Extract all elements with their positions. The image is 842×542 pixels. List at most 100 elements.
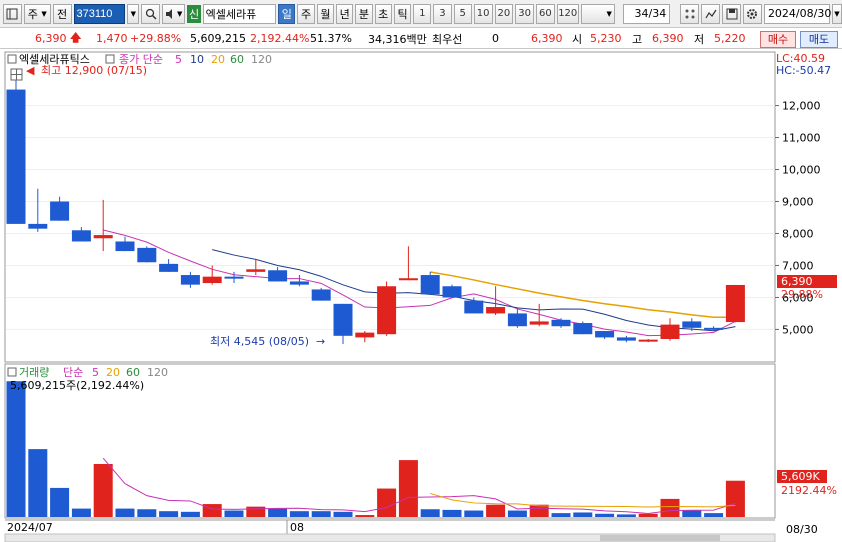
stock-code-input[interactable]: 373110 — [73, 3, 126, 24]
tab-period-week[interactable]: 주 — [297, 3, 315, 24]
volume-title: 거래량 — [19, 366, 49, 379]
candle-body — [464, 300, 484, 314]
volume-bar — [616, 514, 636, 517]
volume-bar — [28, 449, 48, 517]
best-price-value: 6,390 — [531, 32, 563, 45]
volume-bar — [486, 504, 506, 517]
candle-body — [180, 275, 200, 285]
candle-body — [115, 241, 135, 252]
interval-30[interactable]: 30 — [515, 3, 534, 24]
interval-1[interactable]: 1 — [413, 3, 432, 24]
candle-body — [420, 275, 440, 295]
interval-120[interactable]: 120 — [556, 3, 579, 24]
stock-name-field[interactable]: 엑셀세라퓨 — [202, 3, 277, 24]
tab-period-year[interactable]: 년 — [336, 3, 354, 24]
amount-value: 34,316백만 — [368, 32, 427, 46]
legend-ma20: 20 — [211, 53, 225, 66]
candle-body — [507, 313, 527, 327]
sell-button[interactable]: 매도 — [800, 31, 838, 48]
high-marker-label: 최고 12,900 (07/15) — [41, 64, 147, 77]
crosshair-tool-icon[interactable] — [10, 68, 23, 81]
page-counter[interactable]: 34/34 — [622, 3, 671, 24]
candle-body — [573, 323, 593, 335]
candle-body — [529, 321, 549, 325]
candle-body — [93, 235, 113, 239]
volume-bar — [268, 508, 288, 517]
volume-bar — [377, 488, 397, 517]
candle-body — [377, 286, 397, 335]
volume-bar — [725, 480, 745, 517]
date-field[interactable]: 2024/08/30 — [763, 3, 831, 24]
low-value: 5,220 — [714, 32, 746, 45]
save-icon[interactable] — [722, 3, 742, 24]
candle-body — [333, 303, 353, 336]
jeon-button[interactable]: 전 — [52, 3, 72, 24]
interval-10[interactable]: 10 — [473, 3, 493, 24]
legend-ma10: 10 — [190, 53, 204, 66]
legend-ma120: 120 — [251, 53, 272, 66]
x-label-start: 2024/07 — [7, 521, 53, 534]
volume-bar — [551, 513, 571, 517]
tab-period-tick[interactable]: 틱 — [393, 3, 412, 24]
candle-body — [725, 284, 745, 323]
candle-body — [551, 319, 571, 327]
low-marker-arrow: → — [316, 335, 325, 348]
tab-period-month[interactable]: 월 — [316, 3, 335, 24]
volume-legend-prefix: 단순 — [63, 366, 83, 379]
speaker-icon[interactable]: ▼ — [162, 3, 186, 24]
volume-bar — [71, 508, 91, 517]
period-type-label: 주 — [27, 7, 38, 21]
stock-chart[interactable]: 12,00011,00010,0009,0008,0007,0006,0005,… — [0, 50, 842, 542]
vol-legend-ma20: 20 — [106, 366, 120, 379]
pct-tag: 29.88% — [781, 288, 823, 301]
search-icon[interactable] — [141, 3, 161, 24]
interval-60[interactable]: 60 — [536, 3, 555, 24]
calendar-dropdown-button[interactable]: ▼ — [831, 3, 842, 24]
interval-3[interactable]: 3 — [433, 3, 452, 24]
trend-icon[interactable] — [701, 3, 721, 24]
volume-bar — [638, 513, 658, 517]
up-arrow-icon: 🡅 — [70, 31, 82, 44]
volume-bar — [180, 511, 200, 517]
tab-period-second[interactable]: 초 — [374, 3, 392, 24]
vol-pct-tag: 2192.44% — [781, 484, 837, 497]
volume-bar — [507, 510, 527, 517]
candle-body — [660, 324, 680, 340]
candle-body — [398, 278, 418, 281]
candle-body — [616, 337, 636, 341]
volume-bar — [420, 509, 440, 517]
scrollbar-thumb[interactable] — [600, 535, 720, 541]
volume-bar — [224, 510, 244, 517]
grid-icon[interactable] — [680, 3, 700, 24]
candle-body — [50, 201, 70, 221]
tab-period-minute[interactable]: 분 — [355, 3, 373, 24]
candle-body — [202, 276, 222, 284]
volume-bar — [682, 510, 702, 517]
interval-20[interactable]: 20 — [494, 3, 514, 24]
tab-period-day[interactable]: 일 — [278, 3, 296, 24]
change-percent: +29.88% — [130, 32, 182, 45]
volume-bar — [93, 463, 113, 517]
volume-bar — [355, 515, 375, 517]
candle-body — [159, 263, 179, 272]
vol-tag: 5,609K — [781, 470, 820, 483]
candle-body — [704, 327, 724, 330]
interval-5[interactable]: 5 — [453, 3, 472, 24]
open-value: 5,230 — [590, 32, 622, 45]
candle-body — [638, 339, 658, 342]
vol-legend-ma120: 120 — [147, 366, 168, 379]
buy-button[interactable]: 매수 — [760, 31, 796, 48]
shin-badge: 신 — [187, 4, 201, 23]
gear-icon[interactable] — [743, 3, 762, 24]
volume-bar — [115, 508, 135, 517]
interval-custom-select[interactable]: ▼ — [580, 3, 615, 24]
volume-bar — [595, 513, 615, 517]
candle-body — [28, 223, 48, 229]
volume-bar — [442, 509, 462, 517]
volume-bar — [398, 460, 418, 517]
layout-icon[interactable] — [3, 3, 22, 24]
period-type-select[interactable]: 주 ▼ — [23, 3, 51, 24]
best-bid-label: 최우선 — [432, 32, 463, 46]
code-dropdown-button[interactable]: ▼ — [127, 3, 140, 24]
price-tick-label: 8,000 — [782, 227, 814, 240]
